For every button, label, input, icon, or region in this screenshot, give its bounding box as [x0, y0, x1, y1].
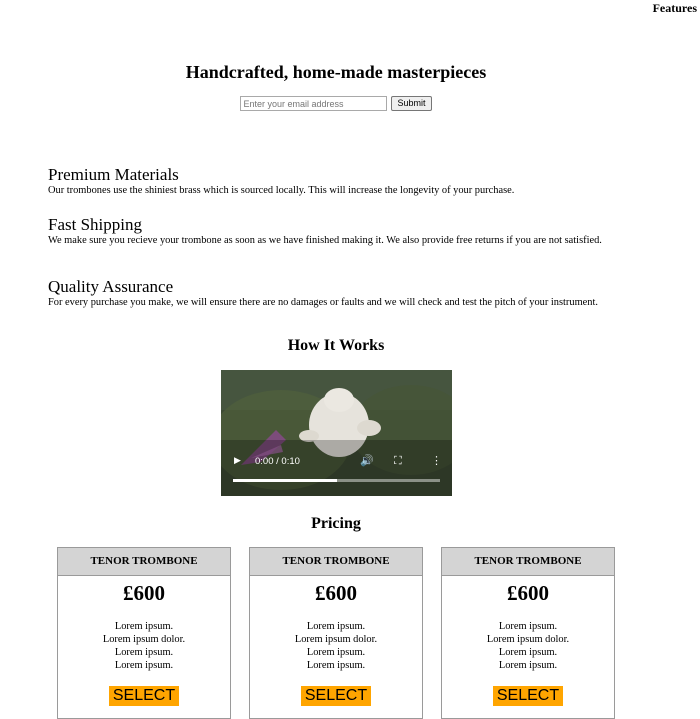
- plan-name: TENOR TROMBONE: [442, 548, 614, 576]
- plan-feature: Lorem ipsum.: [306, 621, 366, 632]
- fullscreen-icon[interactable]: ⛶: [394, 454, 402, 468]
- play-icon[interactable]: ▶: [234, 456, 241, 466]
- plan-feature: Lorem ipsum.: [498, 647, 558, 658]
- submit-button[interactable]: Submit: [391, 96, 432, 111]
- feature-title: Quality Assurance: [48, 277, 174, 296]
- plan-feature: Lorem ipsum dolor.: [102, 634, 186, 645]
- plan-feature: Lorem ipsum.: [114, 621, 174, 632]
- video-buffered-fill: [233, 479, 337, 482]
- feature-premium-materials: Premium Materials Our trombones use the …: [48, 166, 628, 197]
- video-frame-thumbnail: [221, 370, 452, 496]
- volume-icon[interactable]: 🔊: [360, 454, 374, 467]
- feature-quality-assurance: Quality Assurance For every purchase you…: [48, 278, 628, 309]
- select-button[interactable]: SELECT: [492, 686, 564, 706]
- feature-fast-shipping: Fast Shipping We make sure you recieve y…: [48, 216, 628, 247]
- plan-price: £600: [507, 581, 549, 605]
- hero-title: Handcrafted, home-made masterpieces: [185, 62, 487, 82]
- feature-title: Fast Shipping: [48, 215, 142, 234]
- plan-feature: Lorem ipsum.: [498, 660, 558, 671]
- plan-features: Lorem ipsum. Lorem ipsum dolor. Lorem ip…: [58, 620, 230, 672]
- pricing-plan-card: TENOR TROMBONE £600 Lorem ipsum. Lorem i…: [441, 547, 615, 719]
- plan-feature: Lorem ipsum.: [306, 660, 366, 671]
- email-input[interactable]: [240, 96, 388, 111]
- plan-feature: Lorem ipsum.: [306, 647, 366, 658]
- plan-feature: Lorem ipsum dolor.: [294, 634, 378, 645]
- plan-price: £600: [315, 581, 357, 605]
- pricing-plan-card: TENOR TROMBONE £600 Lorem ipsum. Lorem i…: [249, 547, 423, 719]
- video-player[interactable]: ▶ 0:00 / 0:10 🔊 ⛶ ⋮: [221, 370, 452, 496]
- more-options-icon[interactable]: ⋮: [431, 454, 442, 467]
- plan-price: £600: [123, 581, 165, 605]
- plan-feature: Lorem ipsum.: [114, 660, 174, 671]
- plan-feature: Lorem ipsum.: [498, 621, 558, 632]
- how-it-works-title: How It Works: [287, 337, 385, 354]
- plan-feature: Lorem ipsum.: [114, 647, 174, 658]
- video-progress-bar[interactable]: [233, 479, 440, 482]
- pricing-plan-card: TENOR TROMBONE £600 Lorem ipsum. Lorem i…: [57, 547, 231, 719]
- plan-feature: Lorem ipsum dolor.: [486, 634, 570, 645]
- select-button[interactable]: SELECT: [108, 686, 180, 706]
- feature-text: We make sure you recieve your trombone a…: [48, 235, 602, 246]
- nav-link-features[interactable]: Features: [653, 0, 697, 16]
- feature-text: For every purchase you make, we will ens…: [48, 297, 598, 308]
- select-button[interactable]: SELECT: [300, 686, 372, 706]
- feature-title: Premium Materials: [48, 165, 179, 184]
- plan-features: Lorem ipsum. Lorem ipsum dolor. Lorem ip…: [442, 620, 614, 672]
- plan-features: Lorem ipsum. Lorem ipsum dolor. Lorem ip…: [250, 620, 422, 672]
- pricing-title: Pricing: [311, 515, 361, 532]
- video-time: 0:00 / 0:10: [255, 456, 300, 467]
- plan-name: TENOR TROMBONE: [58, 548, 230, 576]
- email-signup-form: Submit: [0, 96, 672, 111]
- feature-text: Our trombones use the shiniest brass whi…: [48, 185, 515, 196]
- plan-name: TENOR TROMBONE: [250, 548, 422, 576]
